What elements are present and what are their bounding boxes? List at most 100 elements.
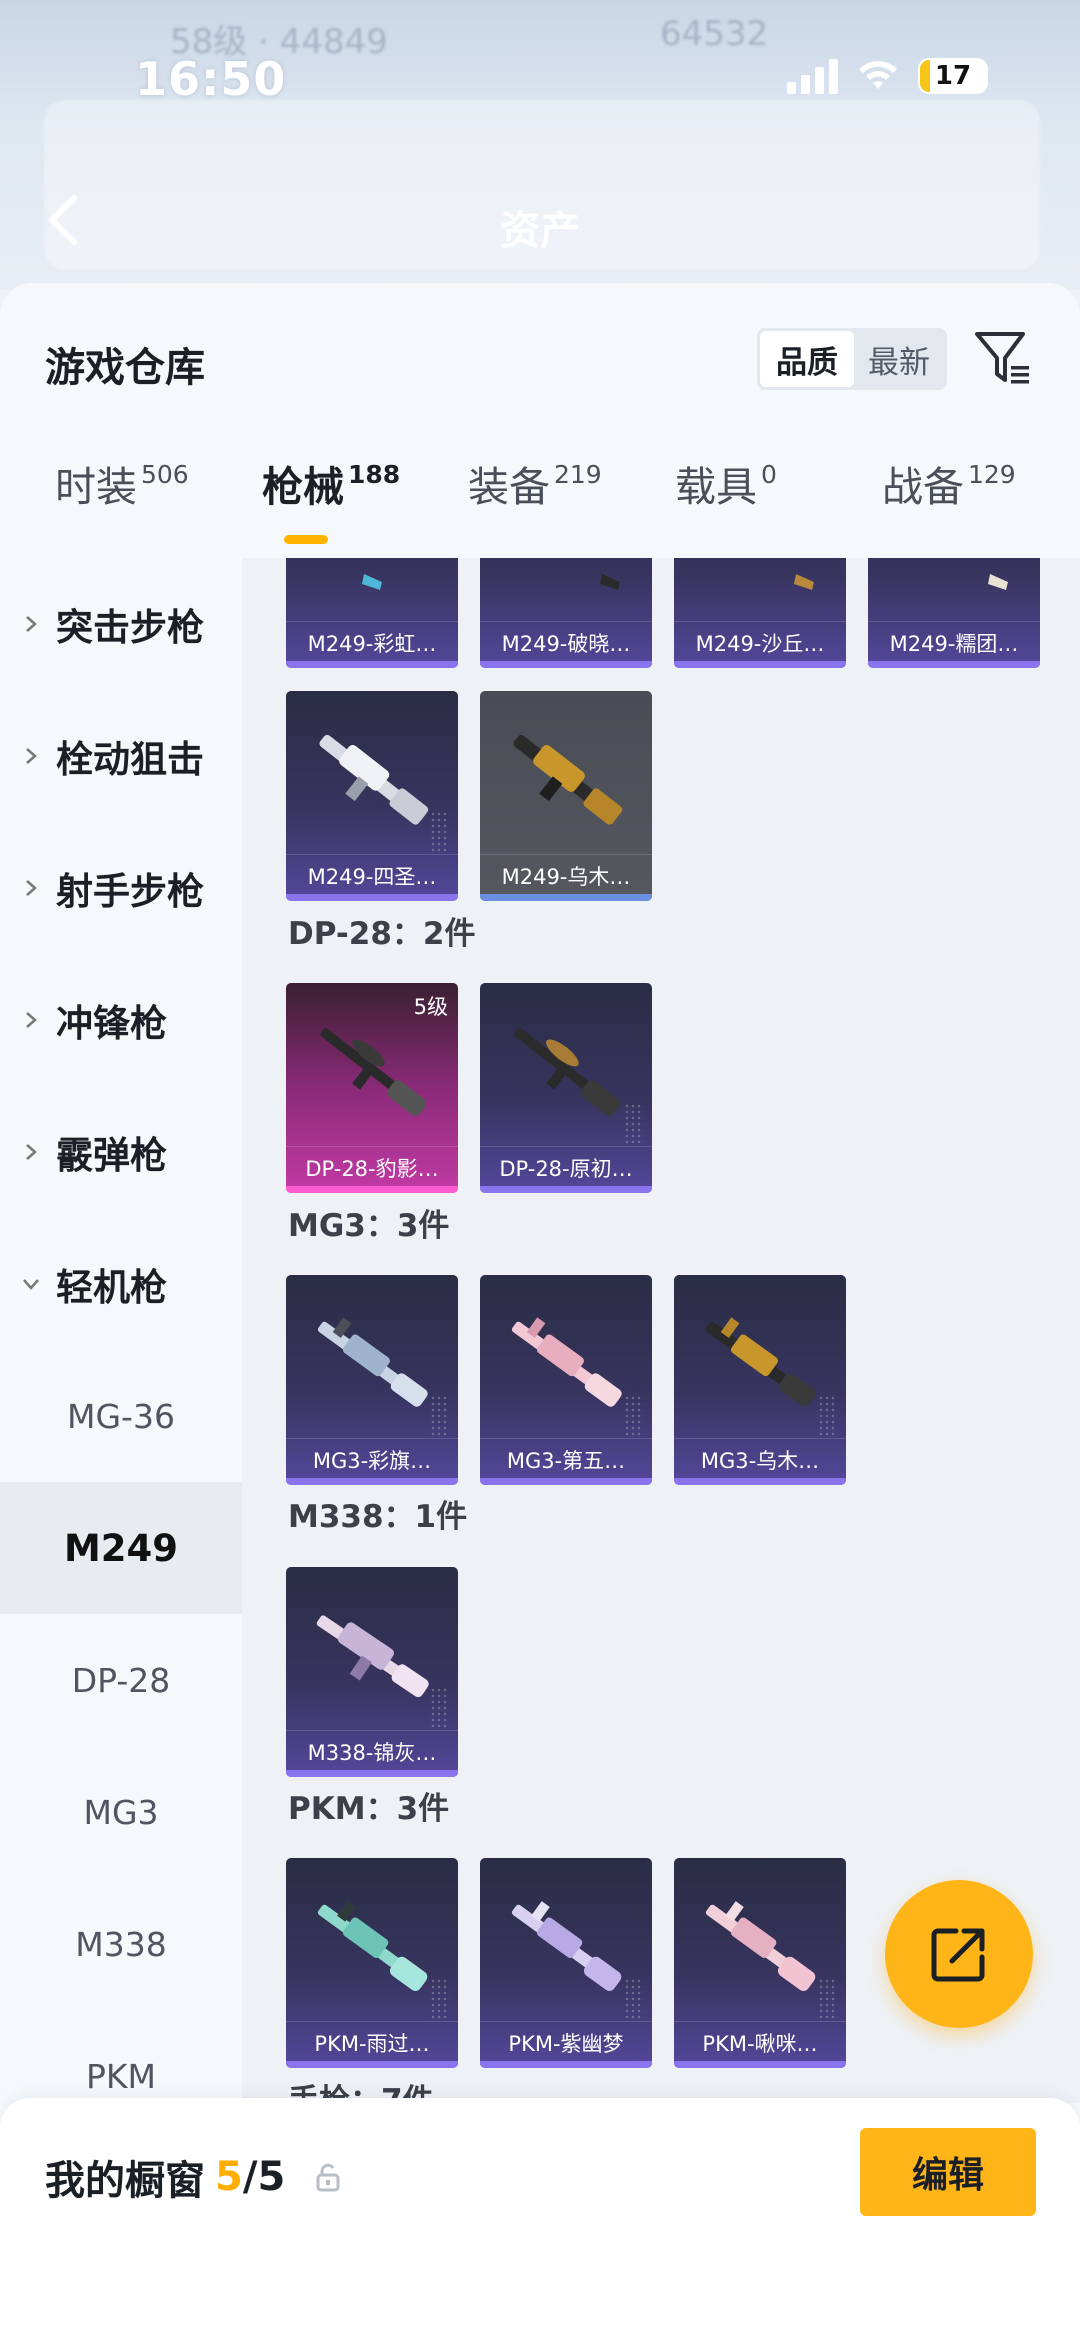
skin-name: M249-彩虹… [307,632,437,656]
blurred-coin-text: 64532 [660,14,769,54]
category-smg[interactable]: 冲锋枪 [0,954,242,1086]
card-pattern [624,1978,644,2018]
skin-name: MG3-第五… [506,1449,626,1473]
showcase-title: 我的橱窗 [45,2158,205,2204]
sidebar-item-mg36[interactable]: MG-36 [0,1350,242,1482]
skin-card[interactable]: MG3-彩旗… [286,1275,458,1485]
skin-card[interactable]: PKM-啾咪… [674,1858,846,2068]
sidebar-item-m338[interactable]: M338 [0,1878,242,2010]
skin-name: M249-乌木… [501,865,631,889]
signal-icon [787,58,838,94]
card-divider [286,1730,458,1731]
category-label: 射手步枪 [56,870,204,913]
skin-name: MG3-乌木… [700,1449,820,1473]
group-title-dp28: DP-28：2件 [288,916,476,952]
rarity-bar [674,2061,846,2068]
skin-card[interactable]: PKM-紫幽梦 [480,1858,652,2068]
gun-icon [317,1901,428,1991]
category-assault-rifle[interactable]: 突击步枪 [0,558,242,690]
skin-card[interactable]: PKM-雨过… [286,1858,458,2068]
tab-count: 219 [554,460,602,489]
skin-card[interactable]: M249-乌木… [480,691,652,901]
export-icon [931,1928,985,1982]
gun-icon [600,574,620,590]
skin-name: M249-四圣… [307,865,437,889]
gun-icon [988,574,1008,590]
showcase-used: 5 [215,2154,243,2200]
category-lmg[interactable]: 轻机枪 [0,1218,242,1350]
skin-name: DP-28-原初… [499,1157,633,1181]
tab-count: 188 [348,460,401,489]
gun-icon [513,734,623,825]
tab-label: 时装 [55,463,137,511]
tab-label: 装备 [468,463,550,511]
tab-label: 战备 [882,463,964,511]
gun-icon [511,1901,622,1991]
tab-fashion[interactable]: 时装 506 [55,453,189,513]
skin-card[interactable]: M249-彩虹… [286,558,458,668]
skin-card[interactable]: DP-28-原初… [480,983,652,1193]
category-bolt-sniper[interactable]: 栓动狙击 [0,690,242,822]
skin-name: PKM-紫幽梦 [508,2032,624,2056]
card-pattern [624,1103,644,1143]
category-label: 霰弹枪 [56,1134,167,1177]
sidebar-item-pkm[interactable]: PKM [0,2010,242,2103]
skin-card[interactable]: M249-沙丘… [674,558,846,668]
warehouse-panel: 游戏仓库 品质 最新 时装 506 枪械 188 装备 219 载具 0 战备 129 突… [0,283,1080,2341]
gun-icon [317,1317,428,1407]
group-title-pkm: PKM：3件 [288,1791,450,1827]
sidebar-item-dp28[interactable]: DP-28 [0,1614,242,1746]
skin-card[interactable]: M249-四圣… [286,691,458,901]
sidebar-item-mg3[interactable]: MG3 [0,1746,242,1878]
tab-vehicles[interactable]: 载具 0 [675,453,777,513]
card-pattern [430,1978,450,2018]
sidebar-item-m249[interactable]: M249 [0,1482,242,1614]
sort-quality-button[interactable]: 品质 [760,331,854,387]
gun-icon [316,1615,429,1698]
unlock-icon [316,2163,340,2192]
tab-count: 506 [141,460,189,489]
rarity-bar [674,1478,846,1485]
gun-icon [514,1028,621,1116]
chevron-right-icon [26,1012,37,1028]
tab-firearms[interactable]: 枪械 188 [262,453,400,513]
card-divider [674,2021,846,2022]
skin-card[interactable]: MG3-乌木… [674,1275,846,1485]
tab-supplies[interactable]: 战备 129 [882,453,1016,513]
gun-icon [320,1028,427,1116]
card-pattern [624,1395,644,1435]
category-label: 轻机枪 [56,1266,167,1309]
wifi-icon [859,61,897,89]
skin-card[interactable]: M249-糯团… [868,558,1040,668]
rarity-bar [480,2061,652,2068]
status-icons: 17 [787,58,988,94]
skin-card[interactable]: 5级 DP-28-豹影… [286,983,458,1193]
share-button[interactable] [885,1880,1033,2028]
sort-toggle: 品质 最新 [757,328,947,390]
battery-icon: 17 [918,58,988,94]
skin-card[interactable]: MG3-第五… [480,1275,652,1485]
back-arrow-icon[interactable] [40,190,88,250]
skin-name: PKM-雨过… [314,2032,430,2056]
status-time: 16:50 [135,52,287,106]
filter-icon[interactable] [973,328,1033,388]
group-title-mg3: MG3：3件 [288,1208,450,1244]
skin-card[interactable]: M249-破晓… [480,558,652,668]
skin-card[interactable]: M338-锦灰… [286,1567,458,1777]
card-pattern [430,811,450,851]
card-divider [480,621,652,622]
tab-indicator [284,535,328,544]
gun-icon [705,1317,816,1407]
category-label: 突击步枪 [56,606,204,649]
category-marksman-rifle[interactable]: 射手步枪 [0,822,242,954]
chevron-right-icon [26,748,37,764]
tab-equipment[interactable]: 装备 219 [468,453,602,513]
card-divider [868,621,1040,622]
card-divider [286,621,458,622]
showcase-bar: 我的橱窗 5 / 5 编辑 [0,2098,1080,2341]
edit-button[interactable]: 编辑 [860,2128,1036,2216]
category-label: 栓动狙击 [56,738,204,781]
rarity-bar [480,1186,652,1193]
sort-latest-button[interactable]: 最新 [854,331,944,387]
category-shotgun[interactable]: 霰弹枪 [0,1086,242,1218]
